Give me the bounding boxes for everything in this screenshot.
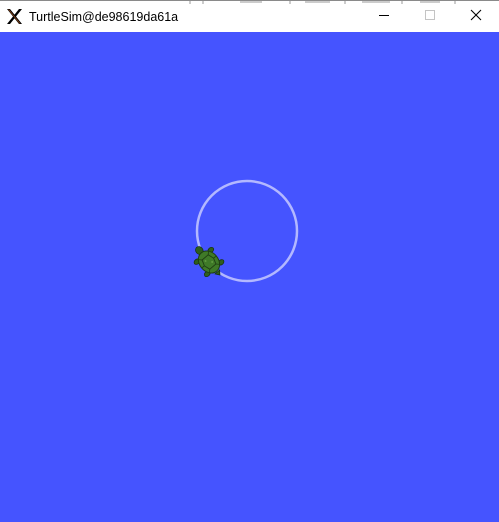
minimize-icon xyxy=(378,8,390,26)
title-bar[interactable]: TurtleSim@de98619da61a xyxy=(0,0,499,32)
window-title: TurtleSim@de98619da61a xyxy=(29,10,179,24)
canvas-background xyxy=(0,32,499,522)
maximize-button[interactable] xyxy=(407,1,453,33)
close-icon xyxy=(470,8,482,26)
minimize-button[interactable] xyxy=(361,1,407,33)
turtlesim-drawing xyxy=(0,32,499,522)
turtlesim-window: TurtleSim@de98619da61a xyxy=(0,0,499,522)
x11-logo-icon xyxy=(6,8,23,25)
close-button[interactable] xyxy=(453,1,499,33)
turtlesim-canvas[interactable] xyxy=(0,32,499,522)
maximize-icon xyxy=(424,8,436,26)
